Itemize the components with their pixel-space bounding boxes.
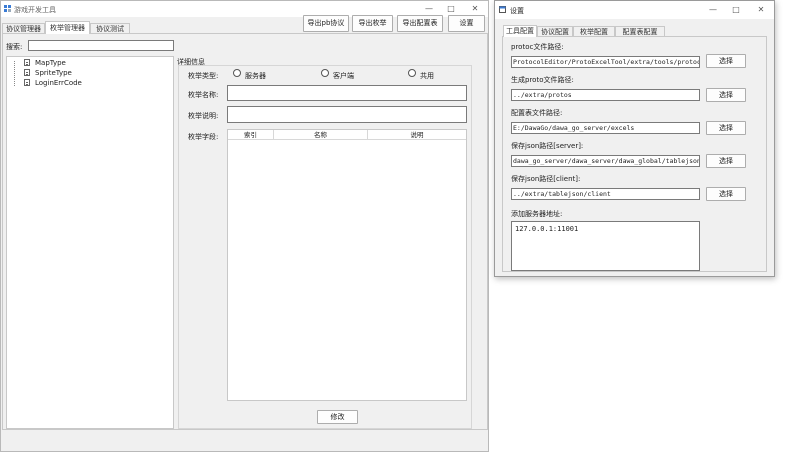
enum-fields-label: 枚举字段: — [188, 133, 219, 141]
export-pb-button[interactable]: 导出pb协议 — [303, 15, 349, 32]
json-server-path-label: 保存json路径[server]: — [511, 142, 584, 150]
main-window: 游戏开发工具 — □ ✕ 协议管理器 枚举管理器 协议测试 导出pb协议 导出枚… — [0, 0, 489, 452]
proto-output-path-browse-button[interactable]: 选择 — [706, 88, 746, 102]
server-address-label: 添加服务器地址: — [511, 210, 563, 218]
search-label: 搜索: — [6, 43, 23, 51]
enum-desc-label: 枚举说明: — [188, 112, 219, 120]
tree-item[interactable]: SpriteType — [24, 69, 72, 79]
export-config-button[interactable]: 导出配置表 — [397, 15, 443, 32]
radio-shared[interactable] — [408, 69, 416, 77]
json-server-path-input[interactable]: dawa_go_server/dawa_server/dawa_global/t… — [511, 155, 700, 167]
document-icon — [24, 79, 30, 86]
enum-tree[interactable]: MapType SpriteType LoginErrCode — [6, 56, 174, 429]
maximize-button[interactable]: □ — [726, 4, 746, 16]
json-server-path-browse-button[interactable]: 选择 — [706, 154, 746, 168]
excel-path-input[interactable]: E:/DawaGo/dawa_go_server/excels — [511, 122, 700, 134]
protoc-path-input[interactable]: ProtocolEditor/ProtoExcelTool/extra/tool… — [511, 56, 700, 68]
enum-name-input[interactable] — [227, 85, 467, 101]
json-client-path-browse-button[interactable]: 选择 — [706, 187, 746, 201]
close-button[interactable]: ✕ — [751, 4, 771, 16]
json-client-path-input[interactable]: ../extra/tablejson/client — [511, 188, 700, 200]
column-header-index[interactable]: 索引 — [228, 130, 274, 140]
tree-connector — [14, 61, 15, 86]
maximize-button[interactable]: □ — [441, 3, 461, 15]
tab-tool-config[interactable]: 工具配置 — [503, 25, 537, 37]
enum-type-label: 枚举类型: — [188, 72, 219, 80]
radio-shared-label: 共用 — [420, 72, 434, 80]
settings-window: 设置 — □ ✕ 工具配置 协议配置 枚举配置 配置表配置 protoc文件路径… — [494, 0, 775, 277]
settings-button[interactable]: 设置 — [448, 15, 485, 32]
proto-output-path-label: 生成proto文件路径: — [511, 76, 574, 84]
enum-name-label: 枚举名称: — [188, 91, 219, 99]
close-button[interactable]: ✕ — [465, 3, 485, 15]
main-window-title: 游戏开发工具 — [14, 6, 56, 14]
json-client-path-label: 保存json路径[client]: — [511, 175, 581, 183]
modify-button[interactable]: 修改 — [317, 410, 358, 424]
tree-item[interactable]: MapType — [24, 59, 66, 69]
radio-client[interactable] — [321, 69, 329, 77]
radio-server[interactable] — [233, 69, 241, 77]
enum-desc-input[interactable] — [227, 106, 467, 123]
column-header-desc[interactable]: 说明 — [368, 130, 466, 140]
settings-title-bar[interactable]: 设置 — □ ✕ — [495, 1, 774, 19]
protoc-path-browse-button[interactable]: 选择 — [706, 54, 746, 68]
export-enum-button[interactable]: 导出枚举 — [352, 15, 393, 32]
document-icon — [24, 69, 30, 76]
document-icon — [24, 59, 30, 66]
server-address-textarea[interactable]: 127.0.0.1:11001 — [511, 221, 700, 271]
search-input[interactable] — [28, 40, 174, 51]
enum-manager-panel: 搜索: MapType SpriteType LoginErrCode 详细信息… — [2, 33, 488, 430]
settings-window-title: 设置 — [510, 7, 524, 15]
proto-output-path-input[interactable]: ../extra/protos — [511, 89, 700, 101]
protoc-path-label: protoc文件路径: — [511, 43, 564, 51]
app-icon — [4, 5, 11, 12]
excel-path-label: 配置表文件路径: — [511, 109, 563, 117]
window-icon — [499, 6, 506, 13]
enum-fields-table[interactable]: 索引 名称 说明 — [227, 129, 467, 401]
minimize-button[interactable]: — — [419, 3, 439, 15]
tab-enum-manager[interactable]: 枚举管理器 — [45, 21, 90, 34]
table-header: 索引 名称 说明 — [228, 130, 466, 140]
tree-item[interactable]: LoginErrCode — [24, 79, 82, 89]
radio-client-label: 客户端 — [333, 72, 354, 80]
minimize-button[interactable]: — — [703, 4, 723, 16]
tool-config-panel: protoc文件路径: ProtocolEditor/ProtoExcelToo… — [502, 36, 767, 272]
excel-path-browse-button[interactable]: 选择 — [706, 121, 746, 135]
radio-server-label: 服务器 — [245, 72, 266, 80]
column-header-name[interactable]: 名称 — [274, 130, 368, 140]
